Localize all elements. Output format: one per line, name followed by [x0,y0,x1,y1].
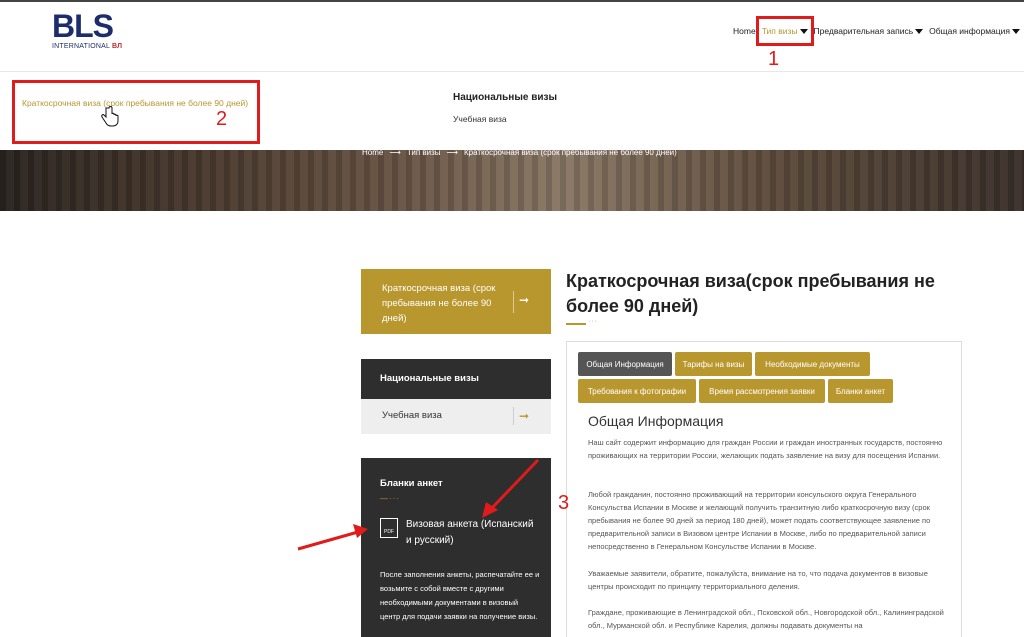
forms-title-dots: —··· [380,494,400,503]
paragraph: Наш сайт содержит информацию для граждан… [588,438,943,460]
sidebar-study-visa-label: Учебная виза [382,410,442,421]
breadcrumb-current: Краткосрочная виза (срок пребывания не б… [463,148,677,157]
bls-logo[interactable]: BLS INTERNATIONAL ВЛ [52,10,122,54]
tab-general-info[interactable]: Общая Информация [578,352,672,376]
hero-banner [0,150,1024,211]
logo-text: BLS [52,8,114,44]
visa-form-pdf-link[interactable]: Визовая анкета (Испанский и русский) [406,517,536,549]
title-dots: ··· [588,318,598,325]
breadcrumb: Home ⟶ Тип визы ⟶ Краткосрочная виза (ср… [362,148,677,157]
chevron-down-icon [915,28,924,34]
annotation-number-2: 2 [216,108,228,130]
paragraph: Любой гражданин, постоянно проживающий н… [588,490,931,551]
banner-city-image [0,150,1024,211]
forms-title: Бланки анкет [380,478,443,489]
annotation-arrow-line [297,530,359,551]
breadcrumb-home[interactable]: Home [362,148,383,157]
sidebar-current-visa-label: Краткосрочная виза (срок пребывания не б… [382,283,496,324]
nav-appointment[interactable]: Предварительная запись [814,26,924,36]
divider [513,291,514,313]
annotation-number-3: 3 [558,492,570,514]
dropdown-national-visas-heading: Национальные визы [453,92,558,103]
tab-photo-requirements[interactable]: Требования к фотографии [578,379,696,403]
nav-home[interactable]: Home [733,26,756,36]
dropdown-study-visa-link[interactable]: Учебная виза [453,114,507,124]
sidebar-study-visa[interactable]: Учебная виза ➞ [361,399,551,434]
divider [513,407,514,425]
title-underline [566,323,586,325]
logo-subtitle: INTERNATIONAL ВЛ [52,43,123,50]
chevron-down-icon [1012,28,1020,34]
tab-required-documents[interactable]: Необходимые документы [755,352,870,376]
tab-processing-time[interactable]: Время рассмотрения заявки [699,379,825,403]
sidebar-national-visas-heading: Национальные визы [361,359,551,399]
tab-application-forms[interactable]: Бланки анкет [828,379,893,403]
content-title: Общая Информация [588,413,724,429]
tab-visa-fees[interactable]: Тарифы на визы [675,352,752,376]
page-title: Краткосрочная виза(срок пребывания не бо… [566,271,935,316]
breadcrumb-visa-type[interactable]: Тип визы [407,148,441,157]
breadcrumb-arrow-icon: ⟶ [446,148,458,157]
site-header: BLS INTERNATIONAL ВЛ Home Тип визы Предв… [0,0,1024,72]
paragraph: Граждане, проживающие в Ленинградской об… [588,608,944,630]
annotation-number-1: 1 [768,48,780,70]
paragraph: Уважаемые заявители, обратите, пожалуйст… [588,569,928,591]
pdf-icon: PDF [380,518,398,538]
sidebar-current-visa[interactable]: Краткосрочная виза (срок пребывания не б… [361,269,551,334]
arrow-right-icon: ➞ [519,293,530,307]
forms-description: После заполнения анкеты, распечатайте ее… [380,570,540,621]
arrow-right-icon: ➞ [519,409,530,423]
sidebar-forms-panel: Бланки анкет —··· PDF Визовая анкета (Ис… [361,458,551,637]
hand-cursor-icon [101,106,119,127]
nav-general-info[interactable]: Общая информация [929,26,1020,36]
annotation-box-1 [756,16,814,46]
breadcrumb-arrow-icon: ⟶ [389,148,401,157]
